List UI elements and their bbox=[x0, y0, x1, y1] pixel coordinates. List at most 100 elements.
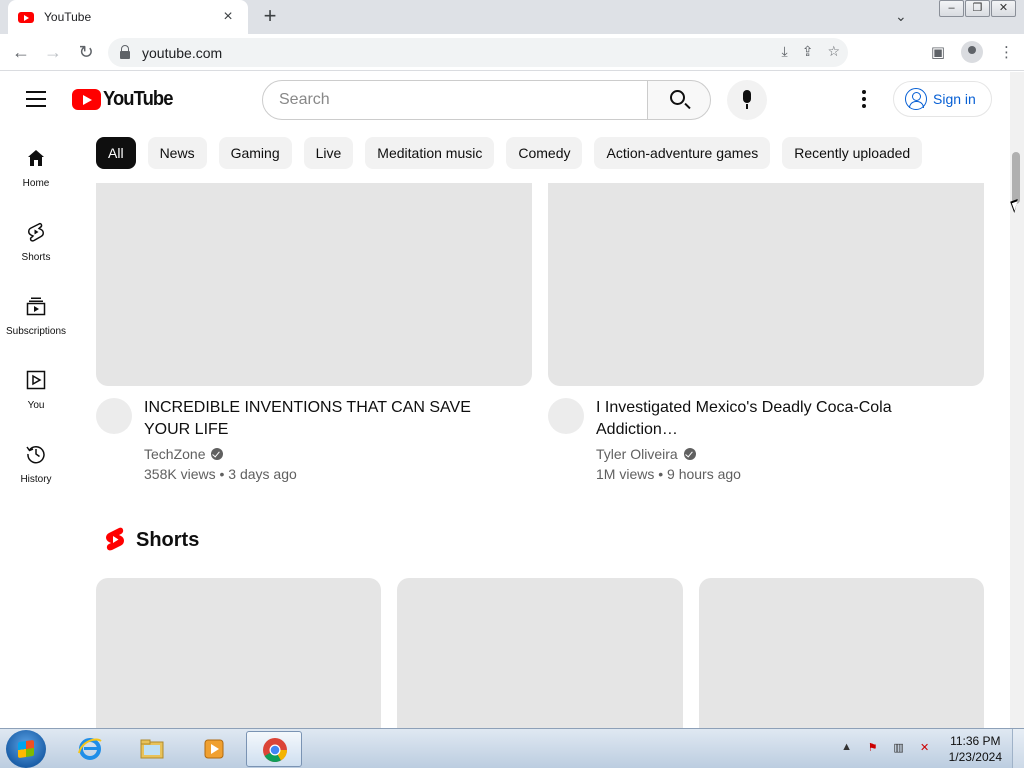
tab-search-chevron-icon[interactable]: ⌄ bbox=[895, 8, 907, 25]
address-bar[interactable]: youtube.com ⤓ ⇪ ☆ bbox=[108, 38, 848, 67]
video-thumbnail[interactable] bbox=[96, 183, 532, 386]
side-panel-icon[interactable]: ▣ bbox=[931, 43, 945, 61]
sign-in-button[interactable]: Sign in bbox=[893, 81, 992, 117]
youtube-header: YouTube Sign in bbox=[0, 72, 1010, 128]
show-desktop-button[interactable] bbox=[1012, 729, 1024, 768]
shorts-logo-icon bbox=[106, 527, 124, 551]
taskbar-media-player[interactable] bbox=[186, 731, 242, 767]
you-icon bbox=[26, 370, 46, 390]
browser-tab-strip: YouTube × + ⌄ – ❐ ✕ bbox=[0, 0, 1024, 34]
share-icon[interactable]: ⇪ bbox=[802, 43, 814, 60]
filter-chips-bar: All News Gaming Live Meditation music Co… bbox=[96, 137, 923, 171]
settings-menu-icon[interactable] bbox=[862, 90, 868, 110]
short-thumbnail[interactable] bbox=[96, 578, 381, 728]
shorts-shelf-header: Shorts bbox=[104, 527, 199, 553]
clock-time: 11:36 PM bbox=[950, 734, 1001, 748]
video-title[interactable]: INCREDIBLE INVENTIONS THAT CAN SAVE YOUR… bbox=[144, 397, 514, 441]
guide-item-subscriptions[interactable]: Subscriptions bbox=[0, 276, 72, 350]
tab-title: YouTube bbox=[44, 10, 92, 24]
guide-label-you: You bbox=[27, 400, 45, 411]
guide-item-you[interactable]: You bbox=[0, 350, 72, 424]
chip-all[interactable]: All bbox=[96, 137, 136, 169]
guide-label-subscriptions: Subscriptions bbox=[5, 326, 67, 337]
volume-muted-icon[interactable]: ✕ bbox=[917, 741, 933, 757]
back-arrow-icon[interactable]: ← bbox=[10, 42, 32, 64]
guide-item-shorts[interactable]: Shorts bbox=[0, 202, 72, 276]
chip-meditation-music[interactable]: Meditation music bbox=[365, 137, 495, 169]
taskbar-internet-explorer[interactable] bbox=[62, 731, 118, 767]
folder-icon bbox=[140, 739, 164, 759]
chip-action-adventure-games[interactable]: Action-adventure games bbox=[594, 137, 771, 169]
verified-badge-icon bbox=[683, 448, 696, 460]
internet-explorer-icon bbox=[78, 738, 102, 760]
profile-avatar-icon[interactable] bbox=[961, 41, 983, 63]
guide-item-history[interactable]: History bbox=[0, 424, 72, 498]
video-stats: 358K views • 3 days ago bbox=[144, 466, 297, 482]
subscriptions-icon bbox=[26, 297, 46, 316]
video-thumbnail[interactable] bbox=[548, 183, 984, 386]
bookmark-star-icon[interactable]: ☆ bbox=[827, 43, 840, 60]
channel-name[interactable]: TechZone bbox=[144, 446, 205, 462]
chip-comedy[interactable]: Comedy bbox=[506, 137, 583, 169]
search-button[interactable] bbox=[647, 80, 711, 120]
search-input[interactable] bbox=[279, 91, 647, 109]
video-title[interactable]: I Investigated Mexico's Deadly Coca-Cola… bbox=[596, 397, 966, 441]
new-tab-button[interactable]: + bbox=[258, 5, 282, 29]
channel-name-row: TechZone bbox=[144, 446, 224, 462]
media-player-icon bbox=[204, 739, 224, 759]
youtube-favicon-icon bbox=[18, 11, 34, 23]
reload-icon[interactable]: ↻ bbox=[75, 42, 97, 64]
clock[interactable]: 11:36 PM 1/23/2024 bbox=[949, 733, 1002, 765]
channel-avatar[interactable] bbox=[548, 398, 584, 434]
install-app-icon[interactable]: ⤓ bbox=[782, 43, 788, 60]
chip-news[interactable]: News bbox=[147, 137, 207, 169]
guide-label-home: Home bbox=[22, 178, 50, 189]
taskbar-file-explorer[interactable] bbox=[124, 731, 180, 767]
chip-gaming[interactable]: Gaming bbox=[218, 137, 292, 169]
channel-name[interactable]: Tyler Oliveira bbox=[596, 446, 678, 462]
video-stats: 1M views • 9 hours ago bbox=[596, 466, 741, 482]
lock-icon bbox=[120, 44, 130, 59]
window-controls: – ❐ ✕ bbox=[938, 0, 1016, 17]
system-tray: ▲ ⚑ ▥ ✕ 11:36 PM 1/23/2024 bbox=[839, 729, 1024, 768]
windows-taskbar: ▲ ⚑ ▥ ✕ 11:36 PM 1/23/2024 bbox=[0, 728, 1024, 768]
show-hidden-icons-icon[interactable]: ▲ bbox=[839, 741, 855, 757]
start-button[interactable] bbox=[6, 730, 46, 768]
browser-tab-youtube[interactable]: YouTube × bbox=[8, 0, 248, 34]
guide-item-home[interactable]: Home bbox=[0, 128, 72, 202]
chip-recently-uploaded[interactable]: Recently uploaded bbox=[782, 137, 923, 169]
restore-button[interactable]: ❐ bbox=[965, 0, 990, 17]
network-icon[interactable]: ▥ bbox=[891, 741, 907, 757]
guide-menu-icon[interactable] bbox=[26, 91, 46, 107]
close-window-button[interactable]: ✕ bbox=[991, 0, 1016, 17]
guide-label-shorts: Shorts bbox=[21, 252, 51, 263]
youtube-logo[interactable]: YouTube bbox=[72, 88, 179, 111]
short-thumbnail[interactable] bbox=[699, 578, 984, 728]
chip-live[interactable]: Live bbox=[303, 137, 354, 169]
shorts-title: Shorts bbox=[136, 528, 200, 551]
page-scrollbar-thumb[interactable] bbox=[1012, 152, 1020, 204]
taskbar-chrome[interactable] bbox=[246, 731, 302, 767]
shorts-icon bbox=[28, 222, 44, 242]
home-icon bbox=[28, 150, 44, 166]
chrome-icon bbox=[263, 738, 287, 763]
guide-label-history: History bbox=[20, 474, 52, 485]
sign-in-label: Sign in bbox=[933, 91, 976, 107]
chrome-menu-icon[interactable]: ⋮ bbox=[999, 43, 1014, 61]
channel-avatar[interactable] bbox=[96, 398, 132, 434]
account-circle-icon bbox=[905, 88, 927, 110]
verified-badge-icon bbox=[211, 448, 224, 460]
minimize-button[interactable]: – bbox=[939, 0, 964, 17]
search-icon bbox=[670, 90, 685, 105]
tab-close-icon[interactable]: × bbox=[218, 8, 238, 26]
microphone-icon bbox=[743, 90, 751, 109]
voice-search-button[interactable] bbox=[727, 80, 767, 120]
forward-arrow-icon[interactable]: → bbox=[42, 42, 64, 64]
logo-wordmark: YouTube bbox=[103, 88, 173, 110]
search-box bbox=[262, 80, 648, 120]
browser-toolbar: ← → ↻ youtube.com ⤓ ⇪ ☆ ▣ ⋮ bbox=[0, 34, 1024, 71]
short-thumbnail[interactable] bbox=[397, 578, 683, 728]
history-icon bbox=[26, 445, 45, 464]
clock-date: 1/23/2024 bbox=[948, 750, 1002, 764]
action-center-flag-icon[interactable]: ⚑ bbox=[865, 741, 881, 757]
